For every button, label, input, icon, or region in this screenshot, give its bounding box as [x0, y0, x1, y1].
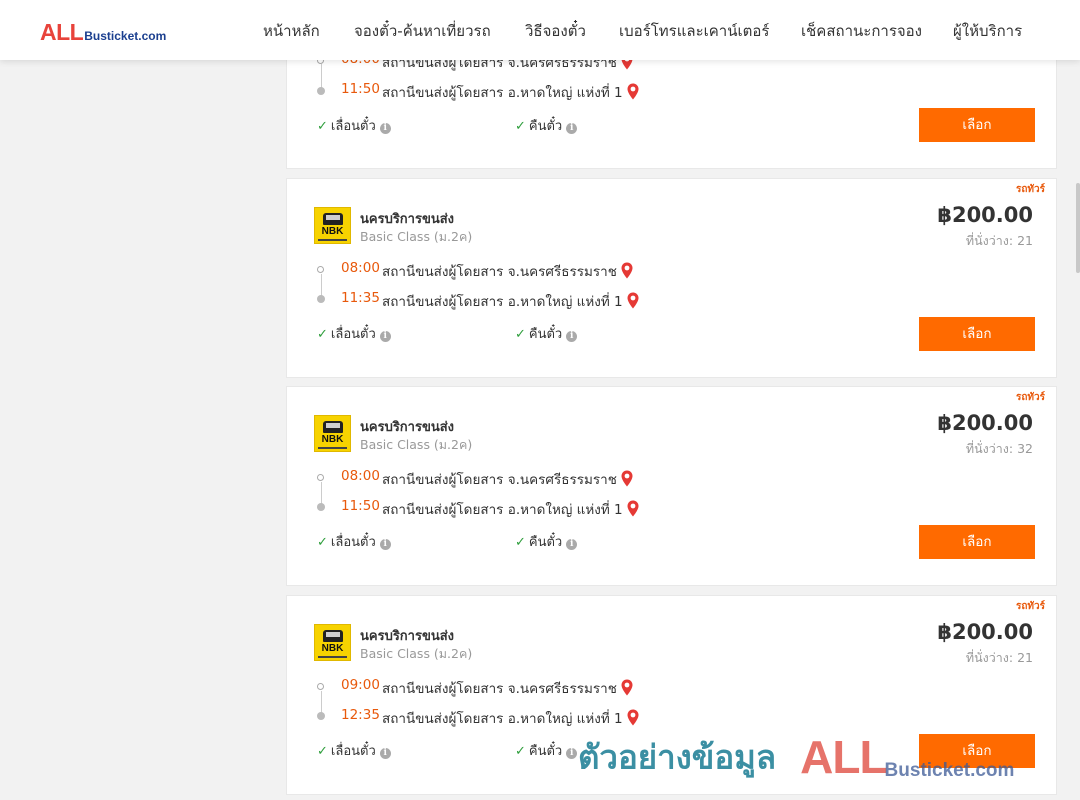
check-icon: ✓ — [317, 535, 328, 550]
map-pin-icon[interactable] — [627, 292, 639, 309]
info-icon[interactable]: i — [379, 123, 391, 134]
trip-card: รถทัวร์ NBK นครบริการขนส่ง Basic Class (… — [286, 178, 1057, 378]
refund-option: ✓ คืนตั๋ว i — [515, 740, 578, 761]
departure-time: 08:00 — [341, 260, 380, 276]
bus-class: Basic Class (ม.2ค) — [360, 437, 473, 452]
bus-icon — [323, 630, 343, 642]
check-icon: ✓ — [317, 119, 328, 134]
arrival-station[interactable]: สถานีขนส่งผู้โดยสาร อ.หาดใหญ่ แห่งที่ 1 — [382, 707, 639, 729]
departure-dot — [317, 266, 324, 273]
check-icon: ✓ — [317, 327, 328, 342]
arrival-station[interactable]: สถานีขนส่งผู้โดยสาร อ.หาดใหญ่ แห่งที่ 1 — [382, 498, 639, 520]
departure-time: 08:00 — [341, 468, 380, 484]
departure-station[interactable]: สถานีขนส่งผู้โดยสาร จ.นครศรีธรรมราช — [382, 677, 633, 699]
bus-class: Basic Class (ม.2ค) — [360, 229, 473, 244]
check-icon: ✓ — [515, 535, 526, 550]
operator-logo: NBK — [314, 207, 351, 244]
select-button[interactable]: เลือก — [919, 108, 1035, 142]
trip-card: รถทัวร์ NBK นครบริการขนส่ง Basic Class (… — [286, 595, 1057, 795]
departure-time: 09:00 — [341, 677, 380, 693]
map-pin-icon[interactable] — [627, 709, 639, 726]
check-icon: ✓ — [515, 119, 526, 134]
nav-home[interactable]: หน้าหลัก — [263, 19, 320, 43]
operator-logo: NBK — [314, 624, 351, 661]
info-icon[interactable]: i — [566, 331, 578, 342]
reschedule-option: ✓ เลื่อนตั๋ว i — [317, 740, 391, 761]
arrival-time: 11:50 — [341, 81, 380, 97]
map-pin-icon[interactable] — [621, 262, 633, 279]
nav-operators[interactable]: ผู้ให้บริการ — [953, 19, 1022, 43]
map-pin-icon[interactable] — [621, 679, 633, 696]
arrival-time: 12:35 — [341, 707, 380, 723]
check-icon: ✓ — [317, 744, 328, 759]
operator-name: นครบริการขนส่ง — [360, 212, 455, 227]
bus-type-badge: รถทัวร์ — [1015, 184, 1045, 195]
departure-station[interactable]: สถานีขนส่งผู้โดยสาร จ.นครศรีธรรมราช — [382, 468, 633, 490]
info-icon[interactable]: i — [379, 539, 391, 550]
arrival-station[interactable]: สถานีขนส่งผู้โดยสาร อ.หาดใหญ่ แห่งที่ 1 — [382, 81, 639, 103]
seats-available: ที่นั่งว่าง: 32 — [965, 441, 1033, 456]
reschedule-option: ✓ เลื่อนตั๋ว i — [317, 531, 391, 552]
site-logo[interactable]: ALLBusticket.com — [40, 19, 166, 45]
arrival-dot — [317, 712, 325, 720]
logo-all: ALL — [40, 19, 84, 45]
info-icon[interactable]: i — [379, 331, 391, 342]
bus-icon — [323, 421, 343, 433]
map-pin-icon[interactable] — [621, 470, 633, 487]
check-icon: ✓ — [515, 744, 526, 759]
refund-option: ✓ คืนตั๋ว i — [515, 323, 578, 344]
nav-phone-counters[interactable]: เบอร์โทรและเคาน์เตอร์ — [619, 19, 769, 43]
arrival-station[interactable]: สถานีขนส่งผู้โดยสาร อ.หาดใหญ่ แห่งที่ 1 — [382, 290, 639, 312]
info-icon[interactable]: i — [566, 123, 578, 134]
refund-option: ✓ คืนตั๋ว i — [515, 115, 578, 136]
nav-book-search[interactable]: จองตั๋ว-ค้นหาเที่ยวรถ — [354, 19, 491, 43]
bus-type-badge: รถทัวร์ — [1015, 392, 1045, 403]
reschedule-option: ✓ เลื่อนตั๋ว i — [317, 323, 391, 344]
arrival-dot — [317, 503, 325, 511]
departure-station[interactable]: สถานีขนส่งผู้โดยสาร จ.นครศรีธรรมราช — [382, 260, 633, 282]
page-scrollbar[interactable] — [1076, 183, 1080, 273]
ticket-price: ฿200.00 — [937, 411, 1033, 435]
bus-icon — [323, 213, 343, 225]
logo-busticket: Busticket.com — [84, 29, 167, 43]
arrival-dot — [317, 87, 325, 95]
arrival-time: 11:35 — [341, 290, 380, 306]
select-button[interactable]: เลือก — [919, 525, 1035, 559]
site-header: ALLBusticket.com หน้าหลัก จองตั๋ว-ค้นหาเ… — [0, 0, 1080, 60]
info-icon[interactable]: i — [566, 748, 578, 759]
info-icon[interactable]: i — [379, 748, 391, 759]
arrival-time: 11:50 — [341, 498, 380, 514]
arrival-dot — [317, 295, 325, 303]
operator-logo: NBK — [314, 415, 351, 452]
seats-available: ที่นั่งว่าง: 21 — [965, 650, 1033, 665]
ticket-price: ฿200.00 — [937, 620, 1033, 644]
bus-class: Basic Class (ม.2ค) — [360, 646, 473, 661]
info-icon[interactable]: i — [566, 539, 578, 550]
departure-dot — [317, 683, 324, 690]
select-button[interactable]: เลือก — [919, 317, 1035, 351]
nav-how-to-book[interactable]: วิธีจองตั๋ว — [525, 19, 586, 43]
departure-dot — [317, 474, 324, 481]
seats-available: ที่นั่งว่าง: 21 — [965, 233, 1033, 248]
map-pin-icon[interactable] — [627, 500, 639, 517]
map-pin-icon[interactable] — [627, 83, 639, 100]
trip-card: รถทัวร์ NBK นครบริการขนส่ง Basic Class (… — [286, 386, 1057, 586]
nav-check-status[interactable]: เช็คสถานะการจอง — [801, 19, 922, 43]
ticket-price: ฿200.00 — [937, 203, 1033, 227]
operator-name: นครบริการขนส่ง — [360, 420, 455, 435]
bus-type-badge: รถทัวร์ — [1015, 601, 1045, 612]
reschedule-option: ✓ เลื่อนตั๋ว i — [317, 115, 391, 136]
refund-option: ✓ คืนตั๋ว i — [515, 531, 578, 552]
select-button[interactable]: เลือก — [919, 734, 1035, 768]
operator-name: นครบริการขนส่ง — [360, 629, 455, 644]
check-icon: ✓ — [515, 327, 526, 342]
